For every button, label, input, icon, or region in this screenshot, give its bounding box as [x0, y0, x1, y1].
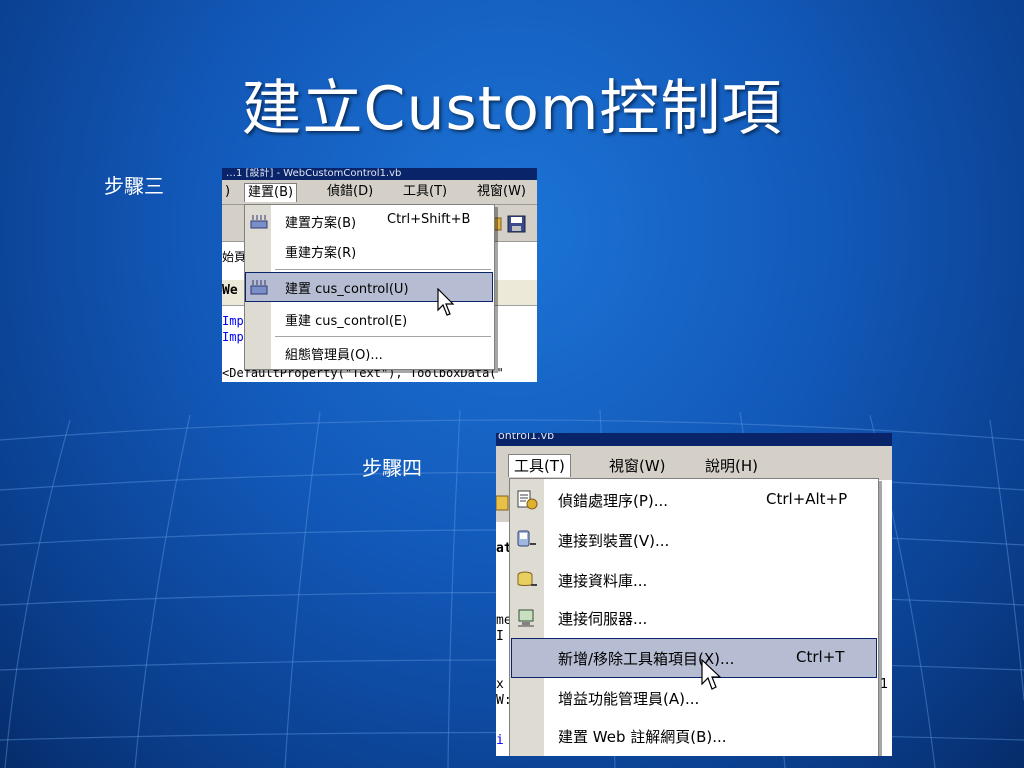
- menu-separator: [275, 336, 491, 337]
- build-project-icon: [250, 280, 268, 295]
- menu-item-label: 增益功能管理員(A)...: [558, 690, 700, 708]
- menu-item-label: 連接伺服器...: [558, 610, 648, 628]
- mouse-cursor-icon: [437, 288, 455, 316]
- build-solution-icon: [250, 215, 268, 229]
- toolbar-strip: [496, 480, 510, 522]
- menu-item-debug-processes[interactable]: 偵錯處理序(P)... Ctrl+Alt+P: [510, 481, 878, 519]
- menu-item-build-solution[interactable]: 建置方案(B) Ctrl+Shift+B: [245, 207, 494, 235]
- window-title: …1 [設計] - WebCustomControl1.vb: [226, 168, 402, 179]
- debug-process-icon: [517, 490, 538, 510]
- menu-item-add-remove-toolbox-items[interactable]: 新增/移除工具箱項目(X)... Ctrl+T: [511, 638, 877, 678]
- save-icon[interactable]: [507, 215, 527, 233]
- menu-tools[interactable]: 工具(T): [508, 454, 571, 477]
- code-peek: x: [496, 677, 504, 692]
- menu-item-label: 建置 cus_control(U): [285, 282, 409, 297]
- connect-server-icon: [518, 609, 534, 627]
- menu-window[interactable]: 視窗(W): [604, 455, 671, 477]
- toolbar-icon[interactable]: [496, 494, 510, 512]
- code-peek-right: 1: [880, 677, 889, 692]
- document-tab-label[interactable]: We: [222, 283, 238, 298]
- build-dropdown-menu: 建置方案(B) Ctrl+Shift+B 重建方案(R) 建置 cus_cont…: [244, 204, 495, 370]
- tools-menu-screenshot: ontrol1.vb 工具(T) 視窗(W) 說明(H) at me I x W…: [496, 433, 892, 756]
- slide-title: 建立Custom控制項: [241, 74, 783, 144]
- menu-window[interactable]: 視窗(W): [474, 183, 529, 201]
- menu-bar: 工具(T) 視窗(W) 說明(H): [496, 446, 892, 480]
- tools-dropdown-menu: 偵錯處理序(P)... Ctrl+Alt+P 連接到裝置(V)... 連接資料庫…: [509, 478, 879, 756]
- menu-item-label: 重建 cus_control(E): [285, 314, 408, 329]
- menu-item-label: 建置 Web 註解網頁(B)...: [558, 728, 727, 746]
- code-line-1: Imp: [222, 314, 244, 328]
- menu-item-label: 偵錯處理序(P)...: [558, 492, 669, 510]
- menu-item-shortcut: Ctrl+T: [796, 648, 845, 666]
- menu-debug[interactable]: 偵錯(D): [324, 183, 376, 201]
- code-peek: I: [496, 629, 504, 644]
- menu-tools[interactable]: 工具(T): [400, 183, 450, 201]
- menu-item-build-comment-web-pages[interactable]: 建置 Web 註解網頁(B)...: [510, 717, 878, 755]
- menu-prefix: ): [225, 184, 231, 199]
- menu-item-rebuild-solution[interactable]: 重建方案(R): [245, 237, 494, 265]
- start-page-tab[interactable]: 始頁: [222, 248, 246, 265]
- build-menu-screenshot: …1 [設計] - WebCustomControl1.vb ) 建置(B) 偵…: [222, 168, 537, 382]
- menu-item-label: 組態管理員(O)...: [285, 348, 383, 363]
- window-title: ontrol1.vb: [498, 433, 555, 442]
- code-peek: i: [496, 733, 504, 748]
- window-titlebar: …1 [設計] - WebCustomControl1.vb: [222, 168, 537, 180]
- connect-database-icon: [517, 571, 537, 586]
- menu-item-shortcut: Ctrl+Shift+B: [387, 212, 471, 227]
- menu-item-connect-device[interactable]: 連接到裝置(V)...: [510, 521, 878, 559]
- mouse-cursor-icon: [701, 659, 722, 690]
- step-3-label: 步驟三: [104, 174, 164, 198]
- menu-item-connect-server[interactable]: 連接伺服器...: [510, 599, 878, 637]
- menu-item-label: 連接資料庫...: [558, 572, 648, 590]
- menu-item-connect-database[interactable]: 連接資料庫...: [510, 561, 878, 599]
- menu-item-shortcut: Ctrl+Alt+P: [766, 490, 848, 508]
- menu-item-label: 建置方案(B): [285, 216, 357, 231]
- menu-item-label: 重建方案(R): [285, 246, 357, 261]
- menu-item-add-in-manager[interactable]: 增益功能管理員(A)...: [510, 679, 878, 717]
- menu-bar: ) 建置(B) 偵錯(D) 工具(T) 視窗(W): [222, 180, 537, 205]
- connect-device-icon: [517, 530, 536, 547]
- step-4-label: 步驟四: [362, 456, 422, 480]
- menu-help[interactable]: 說明(H): [700, 455, 763, 477]
- menu-separator: [275, 269, 491, 270]
- menu-build[interactable]: 建置(B): [244, 183, 298, 202]
- code-line-2: Imp: [222, 330, 244, 344]
- window-titlebar: ontrol1.vb: [496, 433, 892, 446]
- menu-item-label: 連接到裝置(V)...: [558, 532, 670, 550]
- menu-item-configuration-manager[interactable]: 組態管理員(O)...: [245, 339, 494, 367]
